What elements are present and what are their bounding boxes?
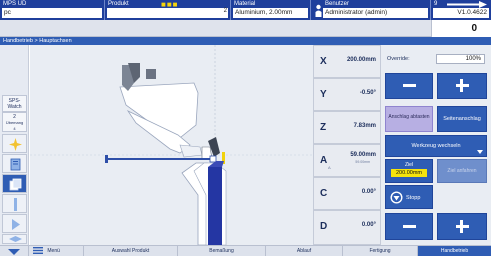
produkt-value (107, 8, 228, 18)
ubemang-button[interactable]: 2 Übemang 4 (2, 112, 27, 132)
app-name: MPS UD (3, 1, 27, 7)
stop-icon (390, 191, 403, 204)
chevron-down-icon (8, 249, 20, 255)
copy-icon (9, 178, 22, 191)
axis-z-row[interactable]: Z 7.83mm (313, 111, 381, 144)
axis-z-name: Z (320, 122, 327, 133)
ziel-label: Ziel (404, 162, 414, 168)
produkt-count: 2 (223, 8, 227, 14)
sidebar-copy-button[interactable] (2, 174, 27, 193)
axis-a-value: 59.00mm (350, 152, 376, 158)
tab-auswahl-produkt[interactable]: Auswahl Produkt (84, 246, 178, 256)
footer-tabs: Menü Auswahl Produkt Bemaßung Ablauf Fer… (0, 245, 491, 256)
axis-d-value: 0.00° (361, 222, 376, 228)
chevron-down-icon (477, 150, 483, 154)
axis-z-value: 7.83mm (353, 123, 376, 129)
ziel-anfahren-button[interactable]: Ziel anfahren (437, 159, 487, 183)
minus-button[interactable] (385, 73, 433, 99)
plus-icon-2-vertical (460, 219, 463, 233)
ubemang-sub: 4 (13, 126, 16, 131)
app-sub: pc (2, 8, 102, 18)
menu-icon (33, 247, 43, 255)
sidebar-play-button[interactable] (2, 214, 27, 233)
werkzeug-wechseln-label: Werkzeug wechseln (411, 143, 461, 149)
triangle-right-icon (12, 219, 20, 230)
axis-x-row[interactable]: X 200.00mm (313, 45, 381, 78)
benutzer-label: Benutzer (325, 1, 350, 7)
axis-a-sub-label: A (328, 165, 331, 170)
material-value: Aluminium, 2.00mm (233, 8, 308, 18)
footer-collapse-button[interactable] (0, 246, 29, 256)
axis-y-row[interactable]: Y -0.50° (313, 78, 381, 111)
override-input[interactable]: 100% (436, 54, 485, 64)
user-icon (315, 4, 322, 17)
produkt-label: Produkt (108, 1, 129, 7)
axis-a-sub-value: 59.00mm (355, 160, 370, 164)
axis-x-name: X (320, 56, 327, 67)
minus-icon-2 (403, 224, 416, 228)
plus-button-2[interactable] (437, 213, 487, 240)
tab-ablauf[interactable]: Ablauf (266, 246, 343, 256)
signal-value: 9 (434, 1, 438, 7)
axes-column: X 200.00mm Y -0.50° Z 7.83mm A 59.00mm 5… (313, 45, 381, 245)
axis-c-value: 0.00° (361, 189, 376, 195)
signal-arrow-icon (447, 1, 487, 8)
status-cell: 9 V1.0.4622 (431, 0, 491, 20)
counter-display: 0 (431, 20, 491, 37)
layers-icon (9, 236, 22, 242)
ziel-field[interactable]: Ziel 200.00mm (385, 159, 433, 183)
override-label: Override: (387, 56, 410, 62)
axis-a-name: A (320, 155, 328, 166)
benutzer-cell[interactable]: Benutzer Administrator (admin) (311, 0, 431, 20)
tab-menu-label: Menü (47, 248, 60, 254)
stopp-label: Stopp (406, 195, 421, 201)
press-brake-drawing (30, 45, 313, 245)
vertical-bar-icon (14, 198, 17, 211)
axis-d-name: D (320, 221, 328, 232)
benutzer-value: Administrator (admin) (323, 8, 428, 18)
axis-d-row[interactable]: D 0.00° (313, 210, 381, 245)
breadcrumb: Handbetrieb > Hauptachsen (0, 37, 491, 45)
document-icon (10, 158, 21, 171)
anschlag-abtasten-button[interactable]: Anschlag abtasten (385, 106, 433, 132)
tab-handbetrieb[interactable]: Handbetrieb (418, 246, 491, 256)
stopp-button[interactable]: Stopp (385, 185, 433, 209)
sub-header-bar (0, 20, 491, 37)
left-sidebar: SPS-Watch 2 Übemang 4 (0, 45, 29, 245)
axis-a-row[interactable]: A 59.00mm 59.00mm A (313, 144, 381, 177)
axis-y-name: Y (320, 89, 327, 100)
sidebar-document-button[interactable] (2, 154, 27, 173)
version-label: V1.0.4622 (433, 8, 489, 18)
plus-icon-vertical (460, 79, 463, 92)
app-info-cell: MPS UD pc (0, 0, 105, 20)
axis-x-value: 200.00mm (346, 57, 376, 63)
material-cell[interactable]: Material Aluminium, 2.00mm (231, 0, 311, 20)
sidebar-tool-button[interactable] (2, 134, 27, 153)
header-bar: MPS UD pc Produkt ■■■ 2 Material Alumini… (0, 0, 491, 20)
machine-view (30, 45, 313, 245)
axis-c-name: C (320, 188, 328, 199)
produkt-cell[interactable]: Produkt ■■■ 2 (105, 0, 231, 20)
tool-plus-icon (9, 138, 22, 151)
axis-c-row[interactable]: C 0.00° (313, 177, 381, 210)
tab-bemassung[interactable]: Bemaßung (178, 246, 266, 256)
ziel-value: 200.00mm (391, 169, 427, 177)
material-label: Material (234, 1, 256, 7)
control-panel: Override: 100% Anschlag abtasten Seitena… (381, 45, 491, 245)
tab-fertigung[interactable]: Fertigung (343, 246, 418, 256)
sps-watch-button[interactable]: SPS-Watch (2, 95, 27, 112)
plus-button[interactable] (437, 73, 487, 99)
minus-icon (403, 84, 416, 87)
tab-menu[interactable]: Menü (29, 246, 84, 256)
axis-y-value: -0.50° (359, 90, 376, 96)
werkzeug-wechseln-button[interactable]: Werkzeug wechseln (385, 135, 487, 157)
sidebar-bar-button[interactable] (2, 194, 27, 213)
minus-button-2[interactable] (385, 213, 433, 240)
sidebar-layers-button[interactable] (2, 234, 27, 244)
seitenanschlag-button[interactable]: Seitenanschlag (437, 106, 487, 132)
